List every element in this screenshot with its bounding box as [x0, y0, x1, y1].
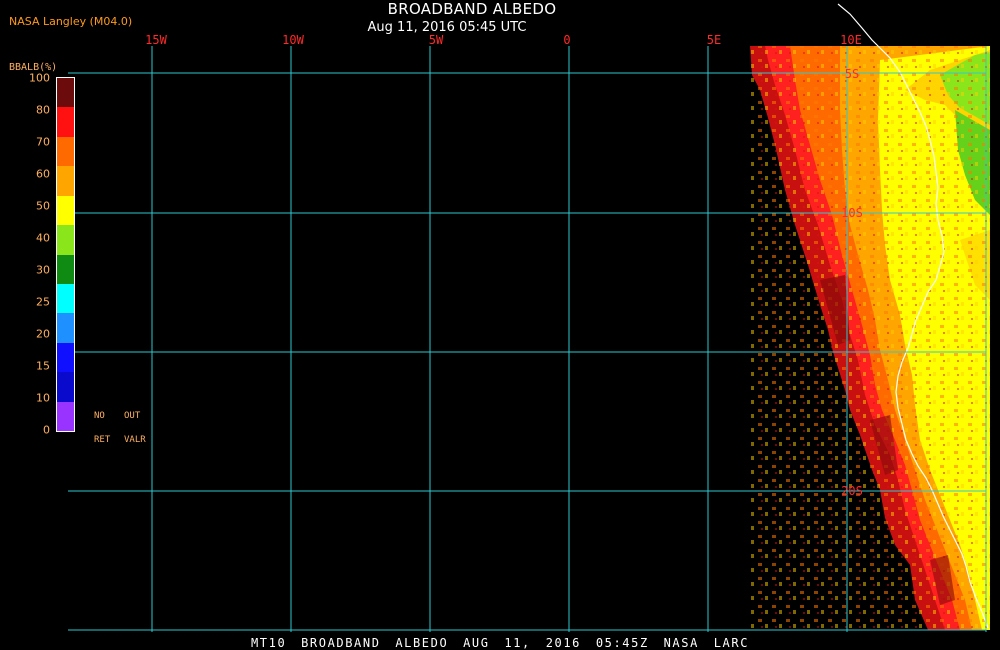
lon-label-5e: 5E — [706, 33, 722, 47]
colorbar-swatch — [57, 107, 74, 137]
no-label: NO — [94, 411, 105, 421]
colorbar-swatch — [57, 78, 74, 108]
lon-label-10w: 10W — [282, 33, 304, 47]
colorbar-tick-label: 70 — [36, 135, 50, 149]
lon-label-5w: 5W — [428, 33, 444, 47]
colorbar-tick-label: 50 — [36, 199, 50, 213]
colorbar-tick-label: 100 — [29, 71, 50, 85]
lat-label-5s: 5S — [844, 67, 860, 81]
ret-label: RET — [94, 435, 111, 445]
lat-label-20s: 20S — [841, 484, 863, 498]
colorbar-tick-label: 40 — [36, 231, 50, 245]
albedo-map — [68, 3, 990, 632]
lon-label-15w: 15W — [145, 33, 167, 47]
lon-label-10e: 10E — [840, 33, 862, 47]
colorbar-swatch — [57, 313, 74, 343]
valr-label: VALR — [124, 435, 146, 445]
colorbar-tick-label: 20 — [36, 327, 50, 341]
colorbar-swatches — [57, 78, 74, 432]
out-valr-label: OUT VALR — [124, 404, 146, 452]
colorbar-swatch — [57, 254, 74, 284]
lon-label-0: 0 — [563, 33, 571, 47]
albedo-swath — [750, 46, 990, 630]
colorbar-tick-label: 60 — [36, 167, 50, 181]
colorbar-tick-label: 25 — [36, 295, 50, 309]
no-ret-label: NO RET — [94, 404, 110, 452]
colorbar-tick-label: 15 — [36, 359, 50, 373]
colorbar-swatch — [57, 283, 74, 314]
lat-label-10s: 10S — [841, 206, 863, 220]
footer-caption: MT10 BROADBAND ALBEDO AUG 11, 2016 05:45… — [250, 636, 750, 650]
colorbar-tick-label: 10 — [36, 391, 50, 405]
colorbar-swatch — [57, 372, 74, 402]
colorbar — [56, 77, 75, 432]
colorbar-tick-label: 30 — [36, 263, 50, 277]
colorbar-swatch — [57, 136, 74, 167]
out-label: OUT — [124, 411, 141, 421]
colorbar-swatch — [57, 195, 74, 226]
colorbar-swatch — [57, 166, 74, 196]
colorbar-tick-label: 80 — [36, 103, 50, 117]
colorbar-swatch — [57, 342, 74, 373]
colorbar-swatch — [57, 401, 74, 432]
colorbar-tick-label: 0 — [43, 423, 50, 437]
colorbar-swatch — [57, 225, 74, 255]
